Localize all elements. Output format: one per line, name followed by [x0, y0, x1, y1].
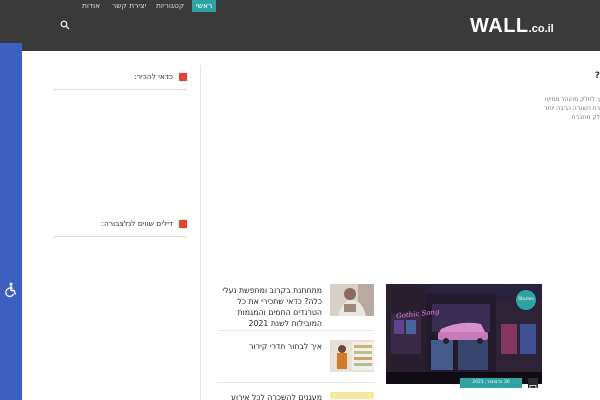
- logo-main-text: WALL: [470, 15, 529, 37]
- hero-text-fragment: ? ך לזולק מהוהד מחיינו רת השגרה הרבה יות…: [530, 70, 600, 130]
- widget-title-recommended: כדאי להכיר:: [53, 70, 187, 84]
- hero-title-fragment: ?: [594, 71, 600, 81]
- logo-domain-text: .co.il: [528, 23, 554, 35]
- nav-categories[interactable]: קטגוריות: [156, 0, 184, 12]
- image-icon: [528, 378, 538, 391]
- widget-title-text: כדאי להכיר:: [134, 72, 173, 81]
- column-divider: [200, 65, 201, 400]
- hero-line: ך לזולק מהוהד מחיינו: [544, 96, 600, 103]
- site-header: WALL.co.il ראשי קטגוריות יצירת קשר אודות: [0, 0, 600, 51]
- nav-contact[interactable]: יצירת קשר: [112, 0, 146, 12]
- hero-line: לק מחברת: [571, 114, 600, 121]
- post-title[interactable]: איך לבחור חדרי קירור: [218, 341, 322, 352]
- widget-rule: [53, 89, 187, 90]
- post-thumbnail[interactable]: [330, 284, 374, 316]
- search-icon[interactable]: [60, 15, 70, 30]
- widget-title-deals: דילים שווים לנלצבורה:: [53, 217, 187, 231]
- post-divider: [218, 382, 374, 383]
- nav-home[interactable]: ראשי: [192, 0, 217, 12]
- post-divider: [218, 330, 374, 331]
- wheelchair-icon[interactable]: [3, 282, 19, 298]
- hero-line: רת השגרה הרבה יותר: [543, 105, 600, 112]
- post-thumbnail[interactable]: [330, 392, 374, 400]
- site-logo[interactable]: WALL.co.il: [470, 13, 554, 39]
- widget-title-text: דילים שווים לנלצבורה:: [101, 219, 173, 228]
- post-thumbnail[interactable]: [330, 340, 374, 372]
- post-title[interactable]: מעגנים להשכרה לכל אירוע בכל: [218, 392, 322, 400]
- category-badge[interactable]: Stories: [516, 290, 536, 310]
- post-title[interactable]: מתחתנת בקרוב ומחפשת נעלי כלה? כדאי שתכיר…: [218, 285, 322, 329]
- widget-marker: [179, 73, 187, 81]
- accessibility-bar: [0, 43, 22, 400]
- nav-about[interactable]: אודות: [82, 0, 100, 12]
- widget-marker: [179, 220, 187, 228]
- post-date: 30 בדצמבר, 2021: [460, 378, 522, 388]
- widget-rule: [53, 236, 187, 237]
